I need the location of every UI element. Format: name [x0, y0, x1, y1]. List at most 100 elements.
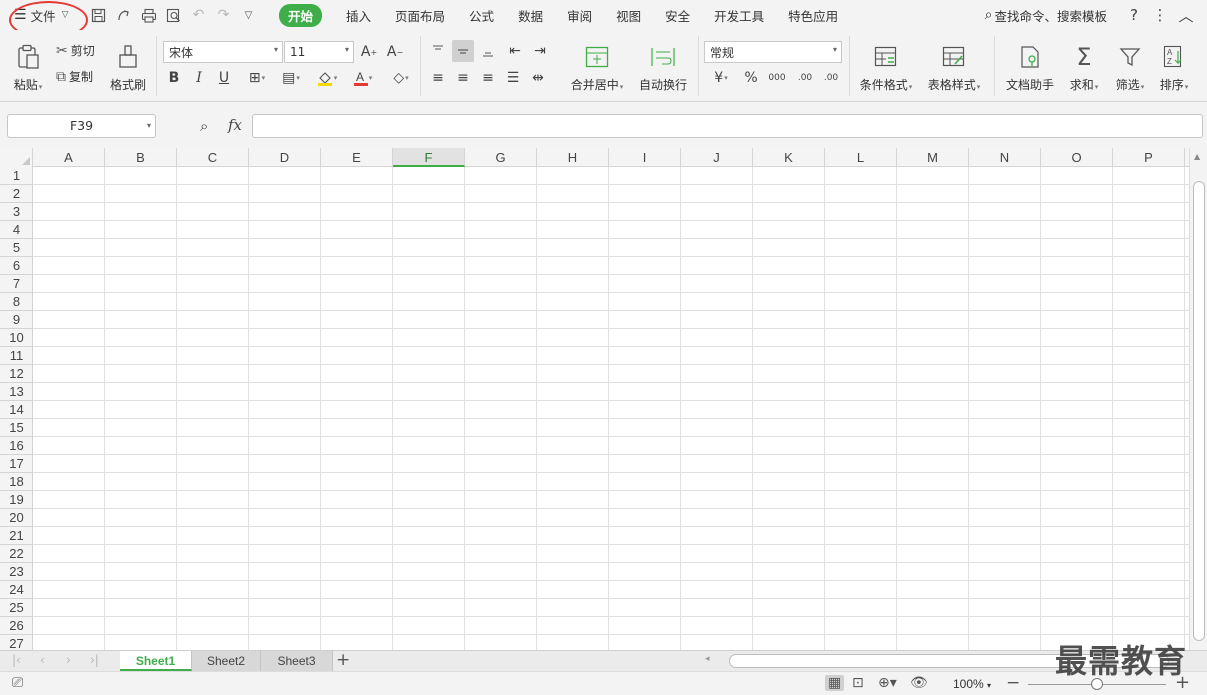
row-header[interactable]: 22 — [0, 545, 33, 563]
table-style-button[interactable]: 表格样式▾ — [924, 40, 984, 93]
row-header[interactable]: 2 — [0, 185, 33, 203]
sheet-tab-1[interactable]: Sheet1 — [120, 651, 192, 671]
column-header[interactable]: D — [249, 148, 321, 167]
align-middle-icon[interactable] — [452, 40, 474, 62]
tab-review[interactable]: 审阅 — [555, 0, 604, 30]
decrease-decimal-button[interactable]: .00 — [820, 67, 842, 89]
format-painter-button[interactable]: 格式刷 — [108, 40, 148, 93]
row-header[interactable]: 26 — [0, 617, 33, 635]
align-center-icon[interactable]: ≡ — [452, 67, 474, 89]
cell-style-button[interactable]: ▤ ▾ — [276, 67, 306, 89]
column-header[interactable]: J — [681, 148, 753, 167]
tab-home[interactable]: 开始 — [267, 0, 334, 30]
scroll-up-icon[interactable]: ▲ — [1194, 152, 1200, 161]
sheet-tab-2[interactable]: Sheet2 — [192, 651, 261, 671]
formula-input[interactable] — [252, 114, 1203, 138]
zoom-out-icon[interactable]: − — [1006, 673, 1020, 693]
row-header[interactable]: 24 — [0, 581, 33, 599]
name-box[interactable]: F39 ▾ — [7, 114, 156, 138]
justify-icon[interactable]: ☰ — [502, 67, 524, 89]
row-header[interactable]: 27 — [0, 635, 33, 650]
column-header[interactable]: G — [465, 148, 537, 167]
next-sheet-icon[interactable]: › — [66, 653, 71, 667]
clear-format-button[interactable]: ◇ ▾ — [386, 67, 416, 89]
row-header[interactable]: 20 — [0, 509, 33, 527]
insert-function-icon[interactable]: fx — [228, 116, 242, 134]
last-sheet-icon[interactable]: ›| — [90, 653, 99, 667]
add-sheet-icon[interactable]: + — [336, 650, 350, 670]
first-sheet-icon[interactable]: |‹ — [12, 653, 21, 667]
font-color-button[interactable]: A ▾ — [348, 67, 378, 89]
print-icon[interactable] — [136, 0, 161, 30]
font-name-select[interactable]: 宋体 ▾ — [163, 41, 283, 63]
row-header[interactable]: 18 — [0, 473, 33, 491]
sum-button[interactable]: Σ 求和▾ — [1064, 40, 1104, 93]
row-header[interactable]: 12 — [0, 365, 33, 383]
normal-view-icon[interactable]: ▦ — [825, 675, 845, 691]
vertical-scroll-thumb[interactable] — [1193, 181, 1205, 641]
column-header[interactable]: P — [1113, 148, 1185, 167]
copy-button[interactable]: ⧉ 复制 — [56, 68, 93, 85]
row-header[interactable]: 3 — [0, 203, 33, 221]
row-header[interactable]: 17 — [0, 455, 33, 473]
column-header[interactable]: I — [609, 148, 681, 167]
command-search[interactable]: ⌕ 查找命令、搜索模板 — [985, 6, 1107, 25]
tab-security[interactable]: 安全 — [653, 0, 702, 30]
row-header[interactable]: 5 — [0, 239, 33, 257]
collapse-ribbon-icon[interactable]: ︿ — [1173, 5, 1199, 26]
bold-button[interactable]: B — [163, 67, 185, 89]
align-top-icon[interactable] — [427, 40, 449, 62]
row-header[interactable]: 11 — [0, 347, 33, 365]
row-header[interactable]: 8 — [0, 293, 33, 311]
merge-center-button[interactable]: 合并居中▾ — [566, 40, 628, 93]
number-format-select[interactable]: 常规 ▾ — [704, 41, 842, 63]
redo-icon[interactable]: ↷ — [211, 0, 236, 30]
increase-decimal-button[interactable]: .00 — [794, 67, 816, 89]
column-header[interactable]: K — [753, 148, 825, 167]
percent-button[interactable]: % — [740, 67, 762, 89]
tab-page-layout[interactable]: 页面布局 — [383, 0, 457, 30]
column-header[interactable]: B — [105, 148, 177, 167]
file-menu-button[interactable]: ☰ 文件 ▽ — [0, 0, 88, 39]
conditional-format-button[interactable]: 条件格式▾ — [856, 40, 916, 93]
doc-assistant-button[interactable]: 文档助手 — [1003, 40, 1057, 93]
column-header[interactable]: E — [321, 148, 393, 167]
column-header[interactable]: C — [177, 148, 249, 167]
row-header[interactable]: 19 — [0, 491, 33, 509]
row-header[interactable]: 7 — [0, 275, 33, 293]
align-bottom-icon[interactable] — [477, 40, 499, 62]
tab-formulas[interactable]: 公式 — [457, 0, 506, 30]
select-all-corner[interactable] — [0, 148, 33, 167]
macro-record-icon[interactable]: ⎚ — [12, 675, 23, 691]
tab-special[interactable]: 特色应用 — [776, 0, 850, 30]
font-size-select[interactable]: 11 ▾ — [284, 41, 354, 63]
tab-data[interactable]: 数据 — [506, 0, 555, 30]
help-icon[interactable]: ? — [1121, 6, 1147, 24]
tab-developer[interactable]: 开发工具 — [702, 0, 776, 30]
reading-layout-icon[interactable]: ⊕▾ — [878, 675, 897, 691]
row-header[interactable]: 14 — [0, 401, 33, 419]
column-header[interactable]: L — [825, 148, 897, 167]
output-pdf-icon[interactable] — [111, 0, 136, 30]
paste-button[interactable]: 粘贴▾ — [8, 40, 48, 93]
fill-color-button[interactable]: ▾ — [312, 67, 342, 89]
row-header[interactable]: 23 — [0, 563, 33, 581]
increase-indent-icon[interactable]: ⇥ — [529, 40, 551, 62]
italic-button[interactable]: I — [188, 67, 210, 89]
zoom-level[interactable]: 100% ▾ — [953, 677, 991, 691]
decrease-indent-icon[interactable]: ⇤ — [504, 40, 526, 62]
cut-button[interactable]: ✂ 剪切 — [56, 42, 95, 59]
filter-button[interactable]: 筛选▾ — [1110, 40, 1150, 93]
more-options-icon[interactable]: ⋮ — [1147, 6, 1173, 24]
align-right-icon[interactable]: ≡ — [477, 67, 499, 89]
align-left-icon[interactable]: ≡ — [427, 67, 449, 89]
underline-button[interactable]: U — [213, 67, 235, 89]
print-preview-icon[interactable] — [161, 0, 186, 30]
row-header[interactable]: 1 — [0, 167, 33, 185]
scroll-left-icon[interactable]: ◂ — [705, 654, 710, 664]
undo-icon[interactable]: ↶ — [186, 0, 211, 30]
tab-insert[interactable]: 插入 — [334, 0, 383, 30]
eye-protection-icon[interactable]: 👁 — [910, 675, 928, 691]
distributed-align-icon[interactable]: ⇹ — [527, 67, 549, 89]
row-header[interactable]: 9 — [0, 311, 33, 329]
